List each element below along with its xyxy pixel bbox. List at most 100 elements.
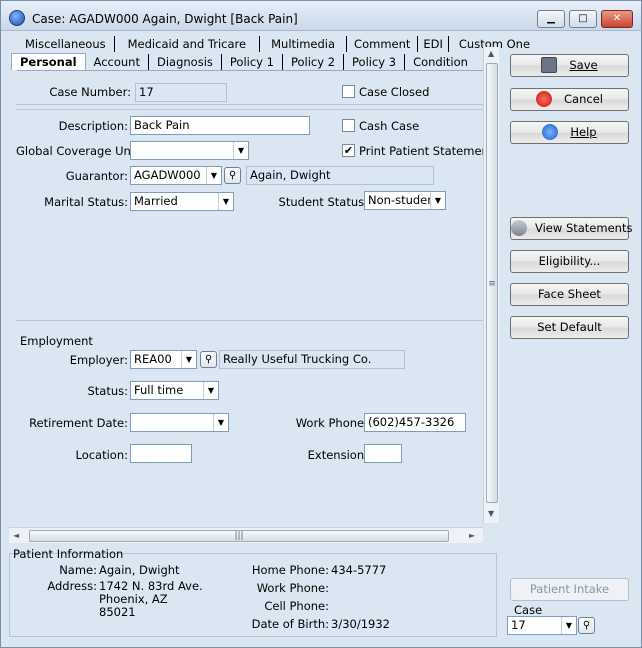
retirement-date-label: Retirement Date: <box>29 416 128 430</box>
cash-case-checkbox[interactable] <box>342 119 355 132</box>
chevron-down-icon: ▼ <box>213 414 228 431</box>
tab-miscellaneous[interactable]: Miscellaneous <box>17 36 115 52</box>
employment-status-dropdown[interactable]: Full time ▼ <box>130 381 219 400</box>
horizontal-scroll-thumb[interactable]: ||| <box>29 530 449 542</box>
guarantor-value: AGADW000 <box>134 168 201 182</box>
help-icon <box>542 123 559 140</box>
view-statements-button[interactable]: View Statements <box>510 217 633 240</box>
eligibility-button[interactable]: Eligibility... <box>510 250 629 273</box>
extension-field[interactable] <box>364 444 402 463</box>
case-window: Case: AGADW000 Again, Dwight [Back Pain]… <box>0 0 642 648</box>
tab-row-top: Miscellaneous Medicaid and Tricare Multime… <box>17 36 540 54</box>
minimize-button[interactable]: ▁ <box>537 10 565 28</box>
chevron-down-icon: ▼ <box>203 382 218 399</box>
marital-status-value: Married <box>134 194 178 208</box>
title-bar[interactable]: Case: AGADW000 Again, Dwight [Back Pain]… <box>1 1 641 31</box>
extension-label: Extension: <box>307 448 368 462</box>
guarantor-label: Guarantor: <box>65 169 128 183</box>
patient-work-phone-label: Work Phone: <box>256 581 329 595</box>
patient-name-value: Again, Dwight <box>99 563 180 577</box>
maximize-button[interactable]: □ <box>569 10 597 28</box>
scroll-up-icon[interactable]: ▲ <box>488 49 494 58</box>
chevron-down-icon: ▼ <box>561 617 576 634</box>
patient-intake-button[interactable]: Patient Intake <box>510 578 629 601</box>
tab-edi[interactable]: EDI <box>418 36 449 52</box>
tab-multimedia[interactable]: Multimedia <box>260 36 348 52</box>
global-coverage-dropdown[interactable]: ▼ <box>130 141 249 160</box>
employment-status-label: Status: <box>87 384 128 398</box>
tab-medicaid-tricare[interactable]: Medicaid and Tricare <box>115 36 261 52</box>
guarantor-name-field: Again, Dwight <box>246 166 434 185</box>
case-selector-label: Case <box>514 603 543 617</box>
dob-label: Date of Birth: <box>251 617 329 631</box>
set-default-button[interactable]: Set Default <box>510 316 629 339</box>
tab-comment[interactable]: Comment <box>347 36 419 52</box>
tab-policy-2[interactable]: Policy 2 <box>283 54 345 70</box>
cancel-icon <box>536 90 553 107</box>
help-button[interactable]: Help <box>510 121 629 144</box>
scroll-left-icon[interactable]: ◄ <box>13 531 19 540</box>
guarantor-dropdown[interactable]: AGADW000 ▼ <box>130 166 222 185</box>
window-title: Case: AGADW000 Again, Dwight [Back Pain] <box>32 12 298 26</box>
vertical-scrollbar[interactable]: ▲ ≡ ▼ <box>483 47 499 523</box>
cash-case-label: Cash Case <box>359 119 420 133</box>
tab-account[interactable]: Account <box>86 54 149 70</box>
employer-lookup-icon[interactable]: ⚲ <box>200 351 217 368</box>
view-statements-label: View Statements <box>535 221 633 235</box>
work-phone-label: Work Phone: <box>295 416 368 430</box>
student-status-value: Non-student <box>368 193 440 207</box>
close-button[interactable]: ✕ <box>601 10 633 28</box>
case-number-group: Case Number: 17 Case Closed <box>16 77 485 105</box>
tab-personal[interactable]: Personal <box>11 53 86 70</box>
location-label: Location: <box>75 448 128 462</box>
face-sheet-button[interactable]: Face Sheet <box>510 283 629 306</box>
cancel-label: Cancel <box>564 92 603 106</box>
tab-condition[interactable]: Condition <box>405 54 476 70</box>
employer-value: REA00 <box>134 352 172 366</box>
save-button[interactable]: Save <box>510 54 629 77</box>
chevron-down-icon: ▼ <box>218 193 233 210</box>
tab-row-bottom: Personal Account Diagnosis Policy 1 Policy 2… <box>11 53 476 71</box>
employment-status-value: Full time <box>134 383 184 397</box>
location-field[interactable] <box>130 444 192 463</box>
home-phone-label: Home Phone: <box>251 563 329 577</box>
case-form: Miscellaneous Medicaid and Tricare Multime… <box>9 34 530 542</box>
chevron-down-icon: ▼ <box>206 167 221 184</box>
print-statement-label: Print Patient Statement <box>359 144 494 158</box>
employment-group: Employment Employer: REA00 ▼ ⚲ Really Use… <box>16 329 485 559</box>
tab-diagnosis[interactable]: Diagnosis <box>149 54 222 70</box>
case-selector-value: 17 <box>511 618 526 632</box>
student-status-dropdown[interactable]: Non-student ▼ <box>364 191 446 210</box>
case-lookup-icon[interactable]: ⚲ <box>578 617 595 634</box>
horizontal-scrollbar[interactable]: ◄ ||| ► <box>9 527 483 543</box>
tab-divider <box>17 70 487 71</box>
personal-tab-panel: Case Number: 17 Case Closed Description:… <box>16 77 493 533</box>
save-label: Save <box>569 58 598 72</box>
retirement-date-dropdown[interactable]: ▼ <box>130 413 229 432</box>
scroll-right-icon[interactable]: ► <box>469 531 475 540</box>
tab-policy-1[interactable]: Policy 1 <box>222 54 283 70</box>
tab-policy-3[interactable]: Policy 3 <box>344 54 406 70</box>
chevron-down-icon: ▼ <box>430 192 445 209</box>
scroll-down-icon[interactable]: ▼ <box>488 509 494 518</box>
guarantor-lookup-icon[interactable]: ⚲ <box>224 167 241 184</box>
marital-status-label: Marital Status: <box>44 195 128 209</box>
description-field[interactable]: Back Pain <box>130 116 310 135</box>
employer-label: Employer: <box>69 353 128 367</box>
work-phone-field[interactable]: (602)457-3326 <box>364 413 466 432</box>
statements-icon <box>511 219 527 236</box>
dob-value: 3/30/1932 <box>331 617 390 631</box>
app-logo-icon <box>9 10 25 26</box>
marital-status-dropdown[interactable]: Married ▼ <box>130 192 234 211</box>
patient-address-line1: 1742 N. 83rd Ave. <box>99 579 203 593</box>
vertical-scroll-thumb[interactable]: ≡ <box>486 63 498 503</box>
print-statement-checkbox[interactable]: ✔ <box>342 144 355 157</box>
case-closed-checkbox[interactable] <box>342 85 355 98</box>
cancel-button[interactable]: Cancel <box>510 88 629 111</box>
case-number-label: Case Number: <box>49 85 131 99</box>
employer-dropdown[interactable]: REA00 ▼ <box>130 350 197 369</box>
patient-info-panel: Patient Information Name: Again, Dwight … <box>9 547 497 639</box>
patient-address-line3: 85021 <box>99 605 136 619</box>
case-selector-dropdown[interactable]: 17 ▼ <box>507 616 577 635</box>
employer-name-field: Really Useful Trucking Co. <box>219 350 405 369</box>
